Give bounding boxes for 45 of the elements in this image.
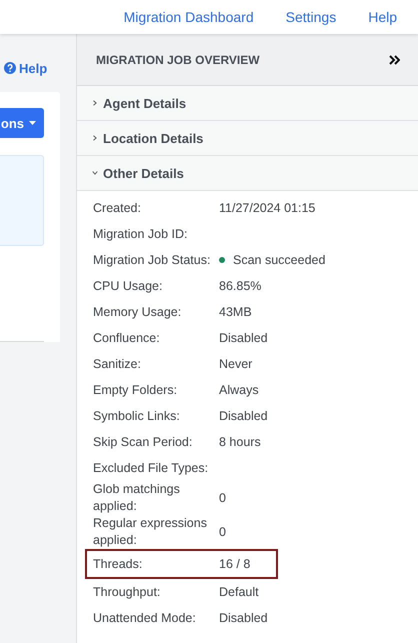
detail-label: Migration Job ID: bbox=[93, 226, 188, 242]
detail-value: 8 hours bbox=[219, 435, 261, 449]
detail-value: Default bbox=[219, 585, 259, 599]
nav-link[interactable]: Migration Dashboard bbox=[124, 9, 254, 25]
detail-value: 16 / 8 bbox=[219, 557, 250, 571]
detail-label: Throughput: bbox=[93, 584, 162, 600]
nav-link[interactable]: Help bbox=[368, 9, 397, 25]
detail-value: Disabled bbox=[219, 611, 268, 625]
detail-label: Glob matchings applied: bbox=[93, 481, 181, 515]
accordion-section[interactable]: Agent Details bbox=[77, 86, 418, 121]
detail-label: Symbolic Links: bbox=[93, 408, 181, 424]
detail-value: Always bbox=[219, 383, 259, 397]
actions-dropdown-button[interactable]: ons bbox=[0, 108, 44, 138]
detail-value: 43MB bbox=[219, 305, 252, 319]
chevron-icon bbox=[92, 99, 98, 107]
detail-label: Skip Scan Period: bbox=[93, 434, 194, 450]
accordion-section[interactable]: Location Details bbox=[77, 121, 418, 156]
detail-value: 11/27/2024 01:15 bbox=[219, 201, 316, 215]
chevron-icon bbox=[91, 170, 99, 176]
panel-title: MIGRATION JOB OVERVIEW bbox=[96, 52, 260, 66]
caret-icon bbox=[29, 121, 36, 126]
collapse-panel-icon[interactable] bbox=[389, 54, 400, 64]
detail-label: Regular expressions applied: bbox=[93, 515, 208, 549]
nav-link[interactable]: Settings bbox=[286, 9, 336, 25]
detail-label: Empty Folders: bbox=[93, 382, 178, 398]
accordion-section[interactable]: Other Details bbox=[77, 156, 418, 191]
detail-value: Never bbox=[219, 357, 252, 371]
detail-value: 0 bbox=[219, 491, 226, 505]
detail-label: Unattended Mode: bbox=[93, 610, 197, 626]
detail-label: Sanitize: bbox=[93, 356, 142, 372]
detail-value: 0 bbox=[219, 525, 226, 539]
detail-value: Disabled bbox=[219, 409, 268, 423]
detail-label: Confluence: bbox=[93, 330, 161, 346]
detail-value: Scan succeeded bbox=[233, 253, 326, 267]
detail-label: Migration Job Status: bbox=[93, 252, 212, 268]
detail-value: 86.85% bbox=[219, 279, 262, 293]
detail-label: Created: bbox=[93, 200, 142, 216]
help-icon bbox=[4, 62, 16, 74]
detail-label: CPU Usage: bbox=[93, 278, 164, 294]
detail-label: Memory Usage: bbox=[93, 304, 182, 320]
detail-value: Disabled bbox=[219, 331, 268, 345]
detail-label: Excluded File Types: bbox=[93, 460, 210, 476]
detail-label: Threads: bbox=[93, 556, 144, 572]
help-link[interactable]: Help bbox=[4, 60, 76, 76]
chevron-icon bbox=[92, 134, 98, 142]
